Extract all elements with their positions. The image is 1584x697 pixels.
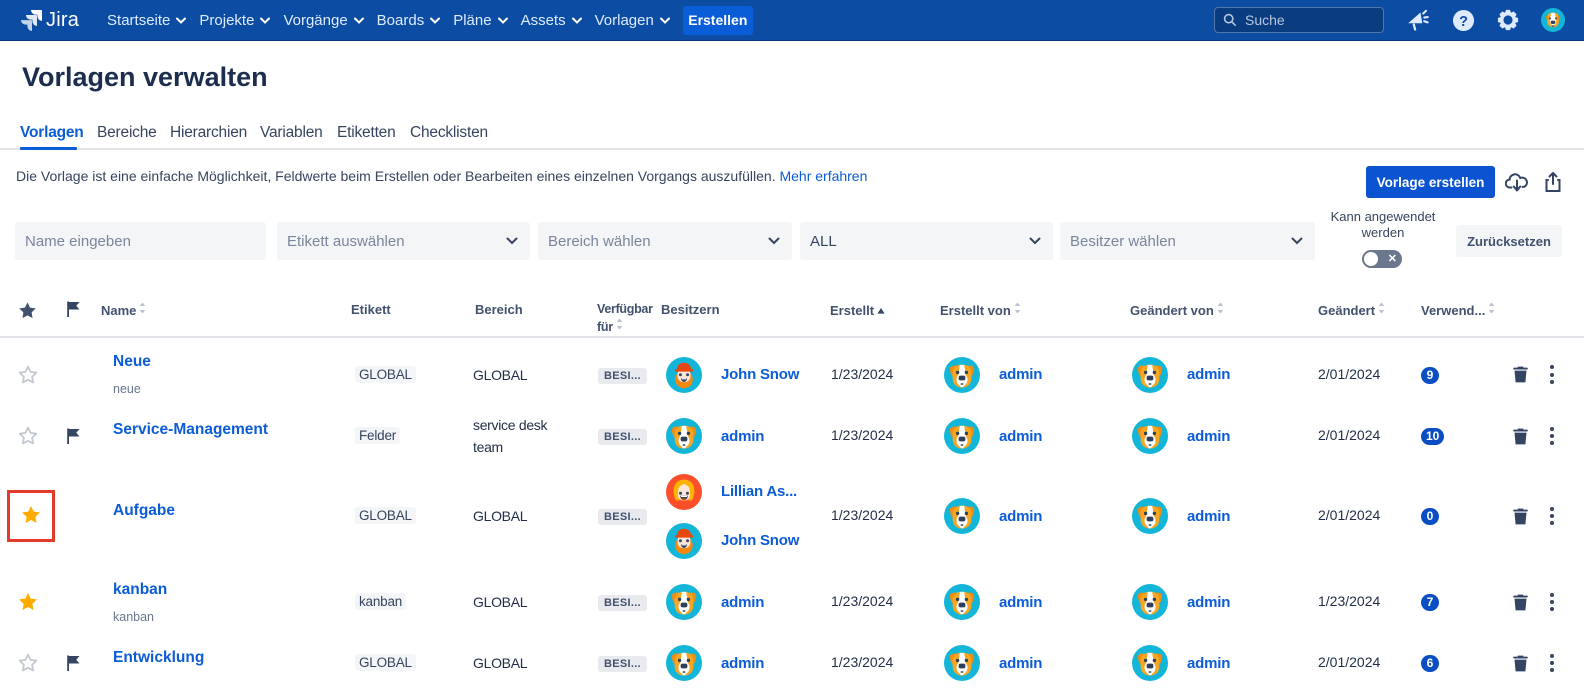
svg-text:?: ? [1459, 13, 1468, 29]
